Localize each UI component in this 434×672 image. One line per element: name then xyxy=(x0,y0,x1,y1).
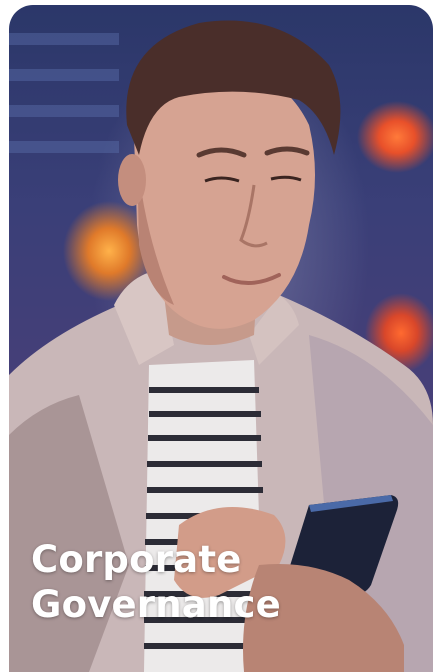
card-title-line-2: Governance xyxy=(31,583,281,626)
card-title: Corporate Governance xyxy=(31,537,281,627)
card-title-line-1: Corporate xyxy=(31,538,242,581)
ear xyxy=(118,154,146,206)
corporate-governance-card[interactable]: Corporate Governance xyxy=(9,5,433,672)
